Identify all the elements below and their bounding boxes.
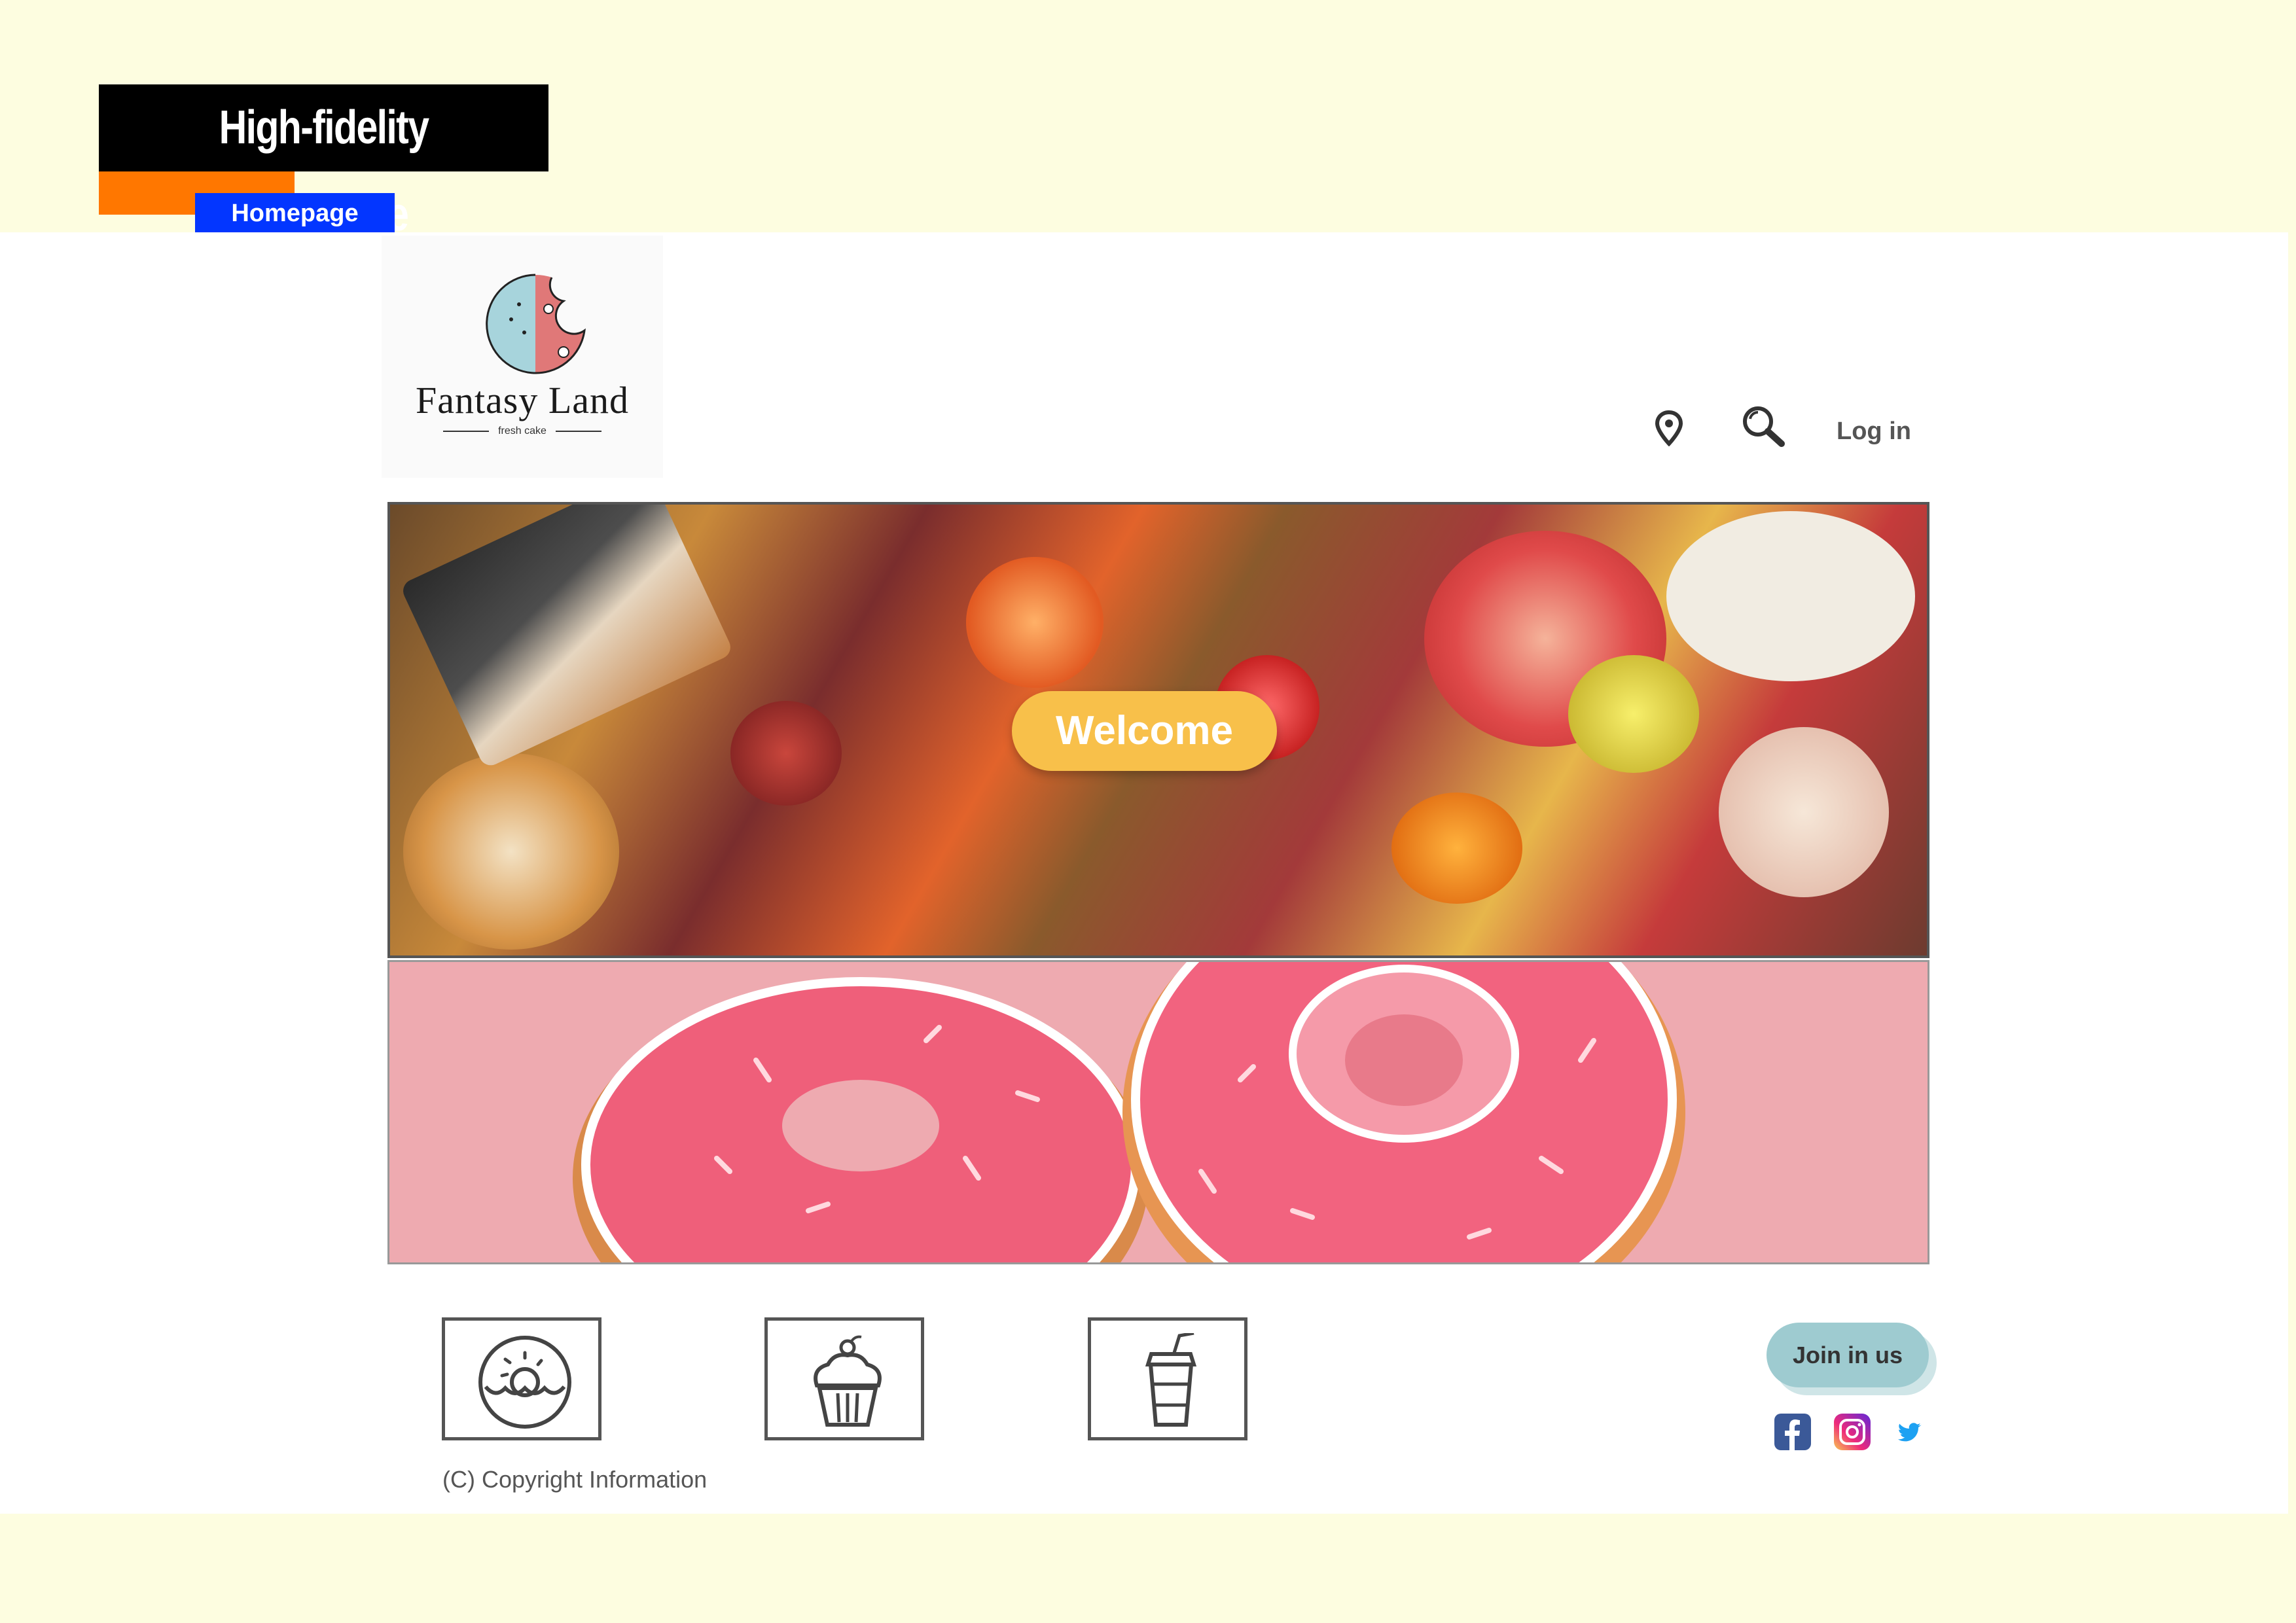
page-label: Homepage	[195, 193, 395, 234]
join-button[interactable]: Join in us	[1767, 1323, 1929, 1387]
brand-logo[interactable]: Fantasy Land fresh cake	[382, 236, 663, 478]
brand-tagline: fresh cake	[382, 425, 663, 437]
prototype-title: High-fidelity prototype	[99, 84, 548, 241]
drink-cup-icon	[1145, 1333, 1197, 1427]
cookie-logo-icon	[486, 274, 586, 374]
category-donut-tile[interactable]	[442, 1317, 601, 1440]
donut-illustration	[573, 962, 1685, 1262]
search-icon[interactable]	[1741, 404, 1785, 448]
copyright-text: (C) Copyright Information	[442, 1466, 708, 1493]
instagram-icon[interactable]	[1834, 1414, 1871, 1450]
category-drink-tile[interactable]	[1088, 1317, 1247, 1440]
brand-name: Fantasy Land	[415, 379, 630, 421]
cupcake-icon	[814, 1335, 882, 1427]
facebook-icon[interactable]	[1774, 1414, 1811, 1450]
twitter-icon[interactable]	[1893, 1414, 1929, 1450]
welcome-button[interactable]: Welcome	[1012, 691, 1277, 771]
login-link[interactable]: Log in	[1837, 418, 1911, 446]
donut-icon	[478, 1336, 571, 1429]
donut-banner-image	[387, 960, 1929, 1264]
category-cupcake-tile[interactable]	[764, 1317, 924, 1440]
location-pin-icon[interactable]	[1655, 410, 1683, 446]
